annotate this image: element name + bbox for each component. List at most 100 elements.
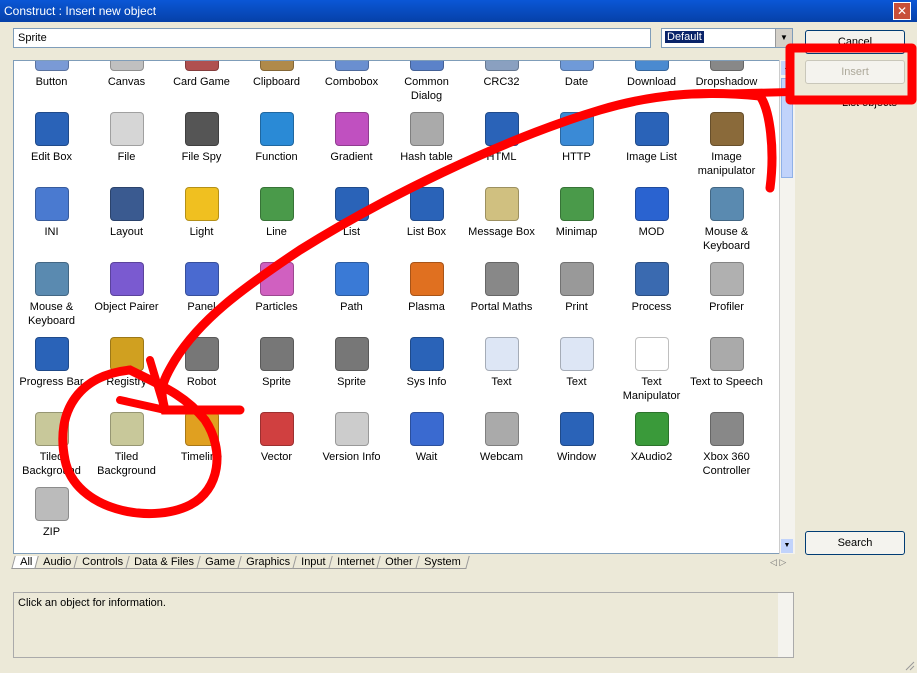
object-item[interactable]: Object Pairer	[89, 262, 164, 314]
object-label: Common Dialog	[404, 76, 449, 102]
object-item[interactable]: Tiled Background	[14, 412, 89, 478]
object-item[interactable]: Text	[464, 337, 539, 389]
object-item[interactable]: Sys Info	[389, 337, 464, 389]
scroll-down-icon[interactable]: ▼	[781, 539, 793, 553]
object-item[interactable]: Profiler	[689, 262, 764, 314]
category-tabs: All Audio Controls Data & Files Game Graphics…	[11, 556, 469, 572]
category-combobox[interactable]: Default ▼	[661, 28, 793, 48]
object-item[interactable]: Window	[539, 412, 614, 464]
object-label: Button	[35, 76, 68, 88]
object-item[interactable]: XAudio2	[614, 412, 689, 464]
object-item[interactable]: Text to Speech	[689, 337, 764, 389]
object-item[interactable]: Date	[539, 61, 614, 89]
object-label: Mouse & Keyboard	[702, 226, 751, 252]
object-item[interactable]: Minimap	[539, 187, 614, 239]
object-item[interactable]: Registry	[89, 337, 164, 389]
object-item[interactable]: Robot	[164, 337, 239, 389]
resize-grip-icon[interactable]	[903, 659, 915, 671]
object-item[interactable]: Portal Maths	[464, 262, 539, 314]
object-item[interactable]: Print	[539, 262, 614, 314]
object-item[interactable]: ZIP	[14, 487, 89, 539]
object-item[interactable]: Combobox	[314, 61, 389, 89]
tab-label: System	[423, 556, 461, 568]
list-objects-link[interactable]: List objects	[842, 97, 897, 109]
object-item[interactable]: MOD	[614, 187, 689, 239]
object-item[interactable]: INI	[14, 187, 89, 239]
object-item[interactable]: Download	[614, 61, 689, 89]
object-item[interactable]: Mouse & Keyboard	[689, 187, 764, 253]
insert-button[interactable]: Insert	[805, 60, 905, 84]
object-item[interactable]: Text	[539, 337, 614, 389]
canvas-icon	[109, 61, 144, 71]
object-item[interactable]: Process	[614, 262, 689, 314]
object-item[interactable]: CRC32	[464, 61, 539, 89]
process-icon	[634, 262, 669, 296]
object-item[interactable]: Button	[14, 61, 89, 89]
object-item[interactable]: Plasma	[389, 262, 464, 314]
info-scrollbar[interactable]	[778, 593, 793, 657]
cancel-button[interactable]: Cancel	[805, 30, 905, 54]
object-item[interactable]: Version Info	[314, 412, 389, 464]
object-item[interactable]: Gradient	[314, 112, 389, 164]
object-item[interactable]: Dropshadow	[689, 61, 764, 89]
object-item[interactable]: Vector	[239, 412, 314, 464]
object-label: Edit Box	[31, 151, 72, 163]
mouse-keyboard-icon	[34, 262, 69, 296]
object-item[interactable]: Edit Box	[14, 112, 89, 164]
object-item[interactable]: Panel	[164, 262, 239, 314]
object-item[interactable]: Common Dialog	[389, 61, 464, 103]
object-item[interactable]: Hash table	[389, 112, 464, 164]
combobox-value: Default	[665, 31, 704, 43]
object-item[interactable]: Light	[164, 187, 239, 239]
object-item[interactable]: Sprite	[314, 337, 389, 389]
chevron-down-icon[interactable]: ▼	[775, 29, 792, 47]
object-item[interactable]: Path	[314, 262, 389, 314]
object-item[interactable]: List	[314, 187, 389, 239]
object-item[interactable]: Wait	[389, 412, 464, 464]
object-item[interactable]: Text Manipulator	[614, 337, 689, 403]
object-item[interactable]: Message Box	[464, 187, 539, 239]
object-item[interactable]: Image List	[614, 112, 689, 164]
object-item[interactable]: Tiled Background	[89, 412, 164, 478]
tab-system[interactable]: System	[414, 556, 469, 569]
object-item[interactable]: Canvas	[89, 61, 164, 89]
object-item[interactable]: Card Game	[164, 61, 239, 89]
grid-scrollbar[interactable]: ▲ ▼	[779, 60, 795, 554]
object-item[interactable]: Timeline	[164, 412, 239, 464]
search-button[interactable]: Search	[805, 531, 905, 555]
object-item[interactable]: Function	[239, 112, 314, 164]
object-item[interactable]: Mouse & Keyboard	[14, 262, 89, 328]
tab-scroll-arrows[interactable]: ◁ ▷	[770, 557, 786, 568]
search-input[interactable]	[13, 28, 651, 48]
image-manipulator-icon	[709, 112, 744, 146]
profiler-icon	[709, 262, 744, 296]
object-label: File Spy	[181, 151, 222, 163]
object-item[interactable]: Progress Bar	[14, 337, 89, 389]
object-item[interactable]: Clipboard	[239, 61, 314, 89]
object-item[interactable]: Image manipulator	[689, 112, 764, 178]
minimap-icon	[559, 187, 594, 221]
object-item[interactable]: Layout	[89, 187, 164, 239]
scroll-thumb[interactable]	[781, 78, 793, 178]
tab-internet[interactable]: Internet	[327, 556, 383, 569]
object-item[interactable]: HTTP	[539, 112, 614, 164]
object-item[interactable]: List Box	[389, 187, 464, 239]
scroll-up-icon[interactable]: ▲	[781, 61, 793, 75]
object-item[interactable]: Xbox 360 Controller	[689, 412, 764, 478]
file-icon	[109, 112, 144, 146]
object-item[interactable]: Particles	[239, 262, 314, 314]
tab-data-files[interactable]: Data & Files	[125, 556, 204, 569]
sprite-icon	[334, 337, 369, 371]
object-label: Date	[564, 76, 589, 88]
close-button[interactable]: ✕	[893, 2, 911, 20]
object-item[interactable]: File	[89, 112, 164, 164]
line-icon	[259, 187, 294, 221]
tab-controls[interactable]: Controls	[73, 556, 133, 569]
object-item[interactable]: Line	[239, 187, 314, 239]
object-item[interactable]: File Spy	[164, 112, 239, 164]
object-item[interactable]: Webcam	[464, 412, 539, 464]
particles-icon	[259, 262, 294, 296]
tab-graphics[interactable]: Graphics	[237, 556, 300, 569]
object-item[interactable]: Sprite	[239, 337, 314, 389]
object-item[interactable]: HTML	[464, 112, 539, 164]
